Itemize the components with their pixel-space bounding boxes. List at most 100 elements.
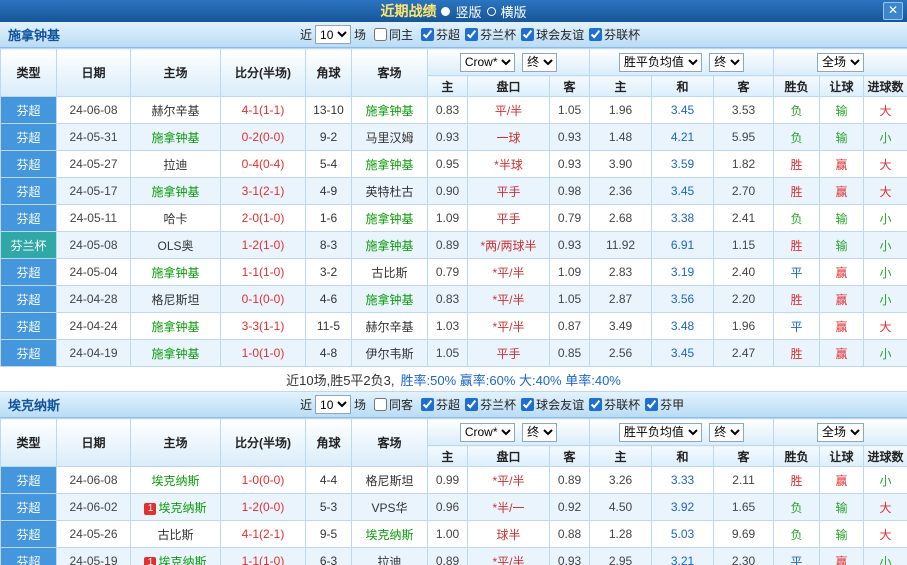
- league-cell: 芬超: [1, 178, 57, 205]
- matches-body-1: 芬超24-06-08埃克纳斯1-0(0-0)4-4格尼斯坦0.99*平/半0.8…: [1, 467, 907, 565]
- col-euro-away: 客: [714, 446, 774, 467]
- score-cell: 0-2(0-0): [221, 124, 306, 151]
- corner-cell: 4-6: [306, 286, 352, 313]
- col-euro-home: 主: [590, 446, 652, 467]
- summary-record: 近10场,胜5平2负3,: [286, 370, 394, 389]
- same-venue-filter[interactable]: 同主: [369, 26, 413, 43]
- league-filter[interactable]: 芬联杯: [584, 26, 640, 43]
- radio-vertical-label[interactable]: 竖版: [455, 2, 481, 21]
- corner-cell: 6-3: [306, 548, 352, 565]
- euro-home-odds: 11.92: [590, 232, 652, 259]
- euro-home-odds: 2.83: [590, 259, 652, 286]
- corner-cell: 4-9: [306, 178, 352, 205]
- asian-line: 平手: [468, 178, 550, 205]
- league-checkbox[interactable]: [521, 398, 534, 411]
- euro-state-select[interactable]: 终: [709, 53, 744, 72]
- away-team-cell: 施拿钟基: [352, 151, 428, 178]
- euro-away-odds: 2.11: [714, 467, 774, 494]
- recent-count-select[interactable]: 10: [315, 25, 351, 44]
- col-handicap-result: 让球: [820, 446, 864, 467]
- same-venue-checkbox[interactable]: [374, 398, 387, 411]
- league-cell: 芬超: [1, 286, 57, 313]
- asian-odds-group: Crow* 终: [428, 49, 590, 76]
- league-filter[interactable]: 芬兰杯: [460, 396, 516, 413]
- match-row: 芬超24-06-021埃克纳斯1-2(0-0)5-3VPS华0.96*半/一0.…: [1, 494, 907, 521]
- home-team-cell: 施拿钟基: [131, 178, 221, 205]
- home-team-cell: 赫尔辛基: [131, 97, 221, 124]
- asian-away-odds: 0.93: [550, 548, 590, 565]
- scope-select[interactable]: 全场: [817, 53, 864, 72]
- league-filter[interactable]: 球会友谊: [516, 396, 584, 413]
- handicap-result-cell: 输: [820, 232, 864, 259]
- col-result: 胜负: [774, 76, 820, 97]
- league-checkbox[interactable]: [645, 398, 658, 411]
- goals-result-cell: 大: [864, 151, 907, 178]
- league-filter[interactable]: 球会友谊: [516, 26, 584, 43]
- league-checkbox[interactable]: [465, 28, 478, 41]
- match-row: 芬超24-05-04施拿钟基1-1(1-0)3-2古比斯0.79*平/半1.09…: [1, 259, 907, 286]
- col-date: 日期: [57, 419, 131, 467]
- euro-odds-group: 胜平负均值 终: [590, 49, 774, 76]
- home-team-cell: 埃克纳斯: [131, 467, 221, 494]
- asian-state-select[interactable]: 终: [522, 423, 557, 442]
- date-cell: 24-06-02: [57, 494, 131, 521]
- asian-line: *半/一: [468, 494, 550, 521]
- same-venue-filter[interactable]: 同客: [369, 396, 413, 413]
- league-checkbox[interactable]: [421, 398, 434, 411]
- team-name: 施拿钟基: [8, 25, 60, 44]
- asian-company-select[interactable]: Crow*: [460, 423, 515, 442]
- league-checkbox[interactable]: [421, 28, 434, 41]
- radio-horizontal-layout[interactable]: [487, 7, 496, 16]
- euro-away-odds: 2.41: [714, 205, 774, 232]
- col-asian-away: 客: [550, 446, 590, 467]
- league-cell: 芬超: [1, 313, 57, 340]
- euro-away-odds: 2.40: [714, 259, 774, 286]
- euro-home-odds: 2.87: [590, 286, 652, 313]
- col-result: 胜负: [774, 446, 820, 467]
- same-venue-checkbox[interactable]: [374, 28, 387, 41]
- match-row: 芬超24-06-08埃克纳斯1-0(0-0)4-4格尼斯坦0.99*平/半0.8…: [1, 467, 907, 494]
- asian-home-odds: 0.90: [428, 178, 468, 205]
- matches-label: 场: [354, 396, 366, 413]
- radio-vertical-layout[interactable]: [441, 7, 450, 16]
- league-cell: 芬超: [1, 97, 57, 124]
- result-cell: 平: [774, 313, 820, 340]
- goals-result-cell: 小: [864, 286, 907, 313]
- asian-away-odds: 0.89: [550, 467, 590, 494]
- radio-horizontal-label[interactable]: 横版: [501, 2, 527, 21]
- handicap-result-cell: 赢: [820, 340, 864, 367]
- euro-draw-odds: 5.03: [652, 521, 714, 548]
- league-checkbox[interactable]: [521, 28, 534, 41]
- euro-state-select[interactable]: 终: [709, 423, 744, 442]
- asian-line: *平/半: [468, 286, 550, 313]
- asian-state-select[interactable]: 终: [522, 53, 557, 72]
- asian-away-odds: 0.88: [550, 521, 590, 548]
- league-filter[interactable]: 芬兰杯: [460, 26, 516, 43]
- league-filter[interactable]: 芬甲: [640, 396, 684, 413]
- euro-company-select[interactable]: 胜平负均值: [619, 423, 702, 442]
- col-corner: 角球: [306, 49, 352, 97]
- league-filter[interactable]: 芬超: [416, 396, 460, 413]
- handicap-result-cell: 输: [820, 494, 864, 521]
- col-handicap-result: 让球: [820, 76, 864, 97]
- corner-cell: 1-6: [306, 205, 352, 232]
- match-row: 芬超24-05-31施拿钟基0-2(0-0)9-2马里汉姆0.93一球0.931…: [1, 124, 907, 151]
- asian-odds-group: Crow* 终: [428, 419, 590, 446]
- league-checkbox[interactable]: [589, 398, 602, 411]
- close-button[interactable]: ✕: [883, 2, 903, 20]
- result-cell: 胜: [774, 467, 820, 494]
- asian-company-select[interactable]: Crow*: [460, 53, 515, 72]
- euro-draw-odds: 3.45: [652, 178, 714, 205]
- league-checkbox[interactable]: [465, 398, 478, 411]
- match-row: 芬超24-05-17施拿钟基3-1(2-1)4-9英特杜古0.90平手0.982…: [1, 178, 907, 205]
- matches-label: 场: [354, 26, 366, 43]
- league-filter[interactable]: 芬联杯: [584, 396, 640, 413]
- scope-select[interactable]: 全场: [817, 423, 864, 442]
- corner-cell: 3-2: [306, 259, 352, 286]
- league-filter[interactable]: 芬超: [416, 26, 460, 43]
- corner-cell: 4-8: [306, 340, 352, 367]
- asian-line: *平/半: [468, 313, 550, 340]
- recent-count-select[interactable]: 10: [315, 395, 351, 414]
- league-checkbox[interactable]: [589, 28, 602, 41]
- euro-company-select[interactable]: 胜平负均值: [619, 53, 702, 72]
